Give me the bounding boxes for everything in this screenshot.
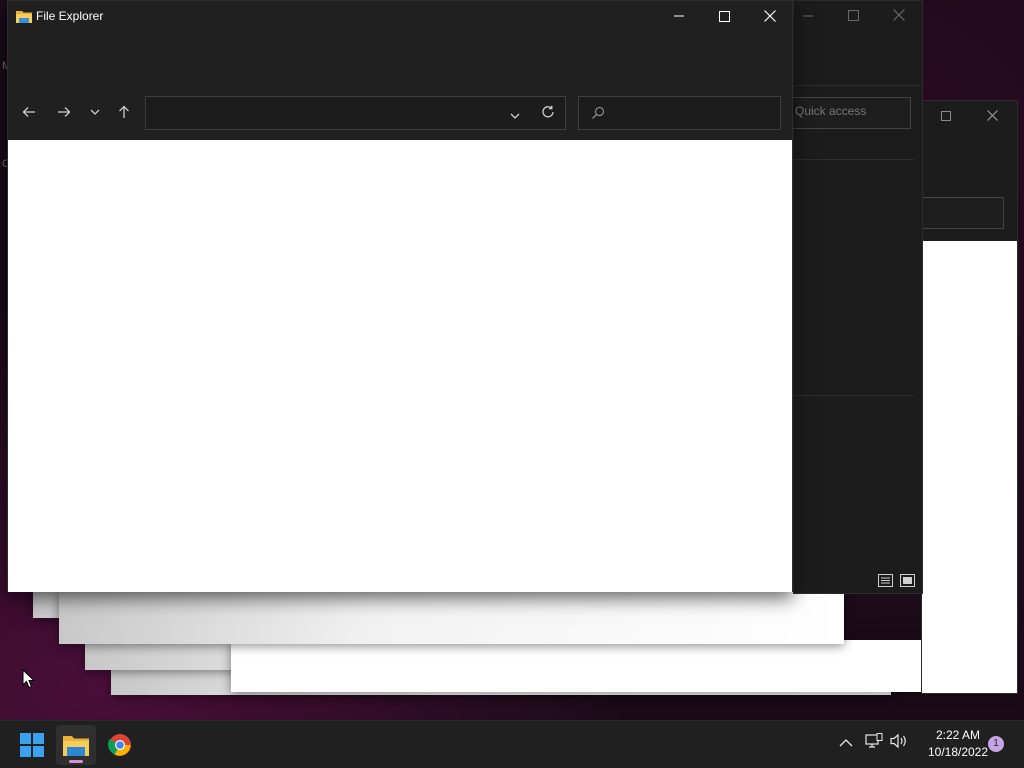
close-icon [764, 10, 776, 22]
up-button[interactable] [112, 101, 136, 123]
address-bar[interactable] [145, 96, 566, 130]
search-icon [591, 106, 605, 125]
large-icons-view-icon[interactable] [900, 574, 915, 587]
network-icon[interactable] [865, 733, 883, 754]
back-arrow-icon [22, 107, 35, 117]
active-indicator [69, 760, 83, 763]
notification-badge[interactable]: 1 [988, 736, 1004, 752]
details-view-icon[interactable] [878, 574, 893, 587]
quick-access-label: Quick access [795, 104, 867, 118]
close-button[interactable] [747, 1, 793, 31]
maximize-icon[interactable] [848, 9, 859, 25]
maximize-icon[interactable] [941, 109, 951, 125]
show-hidden-icons-button[interactable] [839, 735, 853, 753]
folder-icon [63, 736, 89, 756]
window-title: File Explorer [36, 9, 104, 23]
background-window-content [922, 241, 1017, 693]
windows-start-icon [20, 733, 44, 757]
background-search-field[interactable]: Quick access [790, 97, 911, 129]
divider [794, 159, 914, 160]
minimize-icon [674, 15, 684, 17]
back-button[interactable] [17, 101, 41, 123]
ghost-window [231, 640, 1016, 692]
forward-button[interactable] [52, 101, 76, 123]
minimize-icon[interactable] [803, 9, 813, 25]
mouse-cursor-icon [22, 669, 36, 689]
forward-arrow-icon [58, 107, 71, 117]
taskbar-file-explorer[interactable] [56, 725, 96, 765]
file-list-area[interactable] [8, 140, 792, 592]
search-box[interactable] [578, 96, 781, 130]
taskbar-chrome[interactable] [100, 725, 140, 765]
chrome-icon [108, 734, 131, 756]
ghost-window [59, 590, 844, 644]
divider [794, 85, 922, 86]
title-bar[interactable]: File Explorer [8, 1, 792, 31]
close-icon[interactable] [987, 109, 998, 125]
recent-locations-button[interactable] [83, 101, 107, 123]
background-address-bar[interactable] [922, 197, 1004, 229]
refresh-icon[interactable] [541, 105, 555, 124]
file-explorer-window[interactable]: File Explorer [7, 0, 793, 592]
maximize-button[interactable] [701, 1, 747, 31]
volume-icon[interactable] [890, 733, 908, 754]
up-arrow-icon [119, 105, 129, 118]
divider [794, 395, 914, 396]
chevron-up-icon [839, 739, 853, 747]
taskbar: 2:22 AM 10/18/2022 [0, 720, 1024, 768]
start-button[interactable] [12, 725, 52, 765]
close-icon[interactable] [893, 9, 905, 25]
chevron-down-icon[interactable] [510, 107, 520, 125]
folder-icon [16, 9, 32, 23]
minimize-button[interactable] [656, 1, 702, 31]
chevron-down-icon [90, 109, 100, 115]
maximize-icon [718, 10, 730, 22]
desktop: M C Quick access [0, 0, 1024, 720]
background-window[interactable]: Quick access [790, 0, 923, 594]
background-window[interactable] [921, 100, 1018, 694]
